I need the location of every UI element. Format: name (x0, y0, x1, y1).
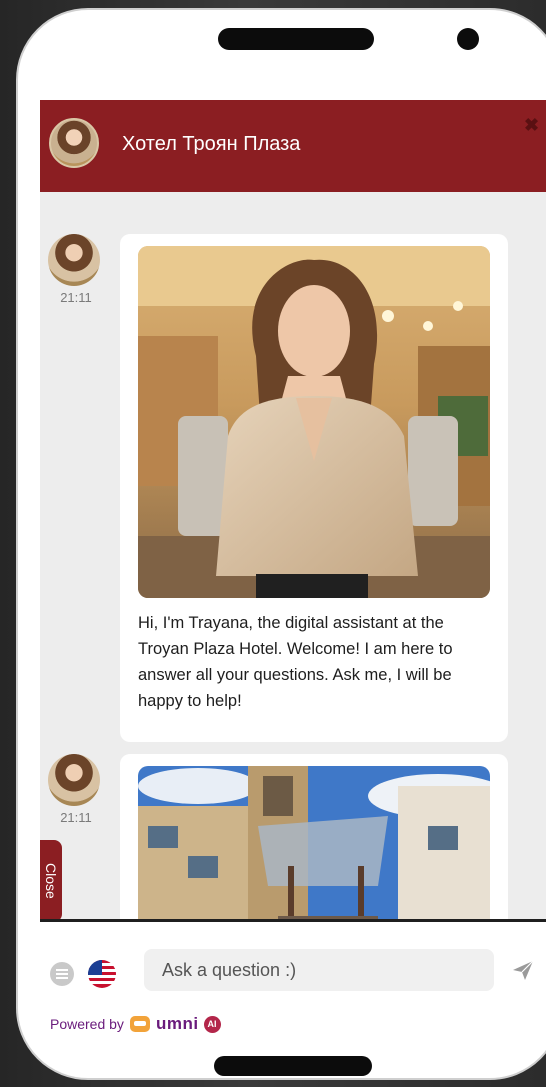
message-text: Hi, I'm Trayana, the digital assistant a… (138, 614, 453, 710)
message-bubble: Hi, I'm Trayana, the digital assistant a… (120, 234, 508, 742)
umni-brand: umni (155, 1014, 199, 1033)
powered-by: Powered by umni AI (50, 1014, 221, 1034)
chat-header: Хотел Троян Плаза ✖ (40, 100, 546, 192)
hotel-photo (138, 766, 490, 919)
phone-speaker (218, 28, 374, 50)
phone-frame: Хотел Троян Плаза ✖ 21:11 Hi, I'm Trayan… (16, 8, 546, 1080)
side-close-tab[interactable]: Close (40, 840, 62, 922)
chat-title: Хотел Троян Плаза (122, 133, 301, 155)
message-list[interactable]: 21:11 Hi, I'm Trayana, the digital assis… (40, 192, 546, 919)
question-input[interactable] (144, 949, 494, 991)
assistant-avatar (48, 234, 100, 286)
close-icon[interactable]: ✖ (524, 115, 539, 136)
message-time: 21:11 (60, 810, 92, 825)
message-bubble (120, 754, 508, 919)
ai-badge-icon: AI (203, 1015, 221, 1033)
assistant-photo (138, 246, 490, 598)
menu-icon[interactable] (50, 962, 74, 986)
assistant-avatar (49, 118, 99, 168)
umni-bot-icon (129, 1016, 150, 1032)
phone-camera (457, 28, 479, 50)
composer: Powered by umni AI (40, 922, 546, 1040)
us-flag-icon[interactable] (88, 960, 116, 988)
assistant-avatar (48, 754, 100, 806)
message-time: 21:11 (60, 290, 92, 305)
send-icon[interactable] (511, 958, 535, 982)
chat-widget: Хотел Троян Плаза ✖ 21:11 Hi, I'm Trayan… (40, 100, 546, 1040)
powered-by-label: Powered by (50, 1016, 124, 1032)
home-indicator (214, 1056, 372, 1076)
